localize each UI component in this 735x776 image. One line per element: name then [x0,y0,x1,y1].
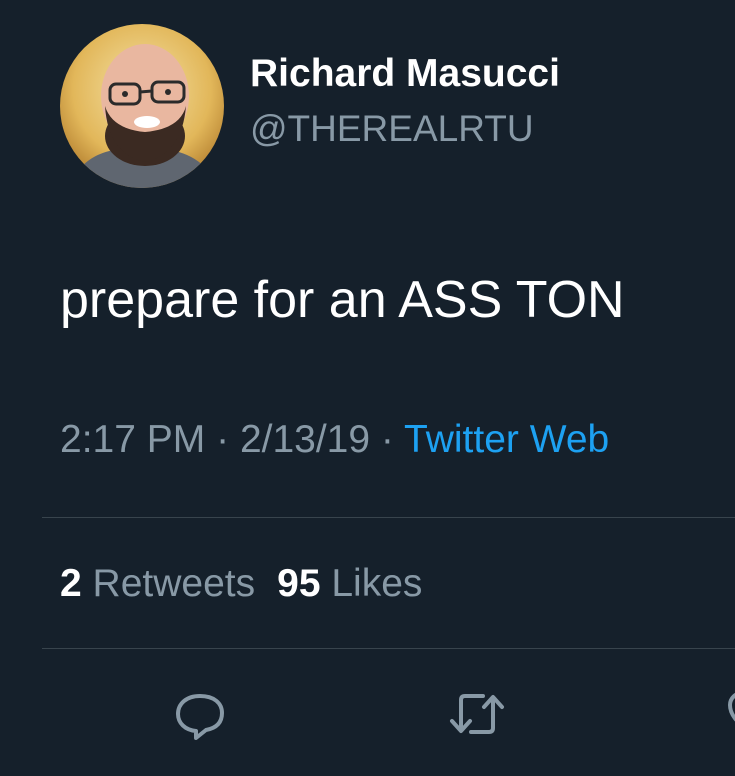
tweet-time: 2:17 PM [60,418,206,461]
likes-stat[interactable]: 95 Likes [277,562,422,605]
avatar[interactable] [60,24,224,188]
tweet-date[interactable]: 2/13/19 [240,418,370,461]
retweet-icon [450,694,504,734]
tweet-source-link[interactable]: Twitter Web [404,418,609,461]
retweets-count: 2 [60,562,82,605]
like-button[interactable] [722,684,735,744]
meta-separator: · [216,418,230,461]
retweets-label: Retweets [92,562,256,605]
engagement-stats: 2 Retweets 95 Likes [60,559,422,609]
retweets-stat[interactable]: 2 Retweets [60,562,255,605]
tweet-detail: Richard Masucci @THEREALRTU prepare for … [0,0,735,776]
meta-separator: · [380,418,394,461]
tweet-meta: 2:17 PM · 2/13/19 · Twitter Web [60,415,609,465]
divider [42,648,735,649]
divider [42,517,735,518]
like-icon [728,692,735,722]
likes-count: 95 [277,562,321,605]
avatar-image [60,24,224,188]
author-handle[interactable]: @THEREALRTU [250,106,534,152]
reply-icon [176,694,224,740]
author-display-name[interactable]: Richard Masucci [250,50,560,98]
tweet-text: prepare for an ASS TON [60,271,625,329]
retweet-button[interactable] [447,684,507,744]
likes-label: Likes [331,562,423,605]
reply-button[interactable] [170,684,230,744]
